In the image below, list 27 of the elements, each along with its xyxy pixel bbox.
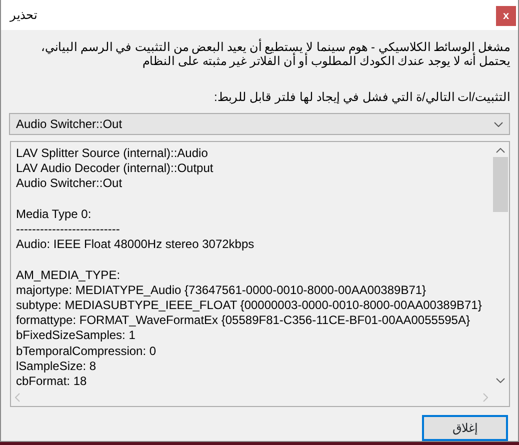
scroll-left-icon[interactable] [15,393,20,402]
scroll-right-icon[interactable] [483,393,488,402]
text-line: bTemporalCompression: 0 [16,344,158,359]
text-line: LAV Audio Decoder (internal)::Output [16,161,214,176]
pin-dropdown[interactable]: Audio Switcher::Out [9,113,510,135]
text-line: AM_MEDIA_TYPE: [16,268,122,283]
text-line: majortype: MEDIATYPE_Audio {73647561-0000-0010-8000-00AA00389B71} [16,282,428,298]
text-line: Media Type 0: [16,206,92,222]
window-title: تحذير [10,7,37,24]
scrollbar-thumb[interactable] [493,157,508,212]
text-line: -------------------------- [16,222,121,238]
close-button[interactable]: x [496,6,516,26]
pins-label: التثبيت/ات التالي/ة التي فشل في إيجاد لها فلتر قابل للربط: [212,89,511,106]
text-line: lSampleSize: 8 [16,358,98,374]
text-line: Audio Switcher::Out [16,176,124,192]
text-line: cbFormat: 18 [16,374,88,389]
dropdown-value: Audio Switcher::Out [16,116,122,133]
text-line: bFixedSizeSamples: 1 [16,328,136,344]
warning-message: مشغل الوسائط الكلاسيكي - هوم سينما لا يستطيع أن يعيد البعض من التثبيت في الرسم البياني، يحتمل أنه لا يوجد عندك الكودك المطلوب أو أن الفلاتر غير مثبته على النظام [40,38,511,68]
close-button[interactable]: إغلاق [422,415,508,441]
text-line: Audio: IEEE Float 48000Hz stereo 3072kbps [16,237,256,252]
chevron-down-icon [494,122,503,126]
text-line: formattype: FORMAT_WaveFormatEx {05589F81-C356-11CE-BF01-00AA0055595A} [16,313,471,328]
text-line: subtype: MEDIASUBTYPE_IEEE_FLOAT {00000003-0000-0010-8000-00AA00389B71} [16,298,483,314]
text-line: LAV Splitter Source (internal)::Audio [16,146,209,162]
scroll-down-icon[interactable] [496,378,505,383]
scroll-up-icon[interactable] [496,148,505,153]
